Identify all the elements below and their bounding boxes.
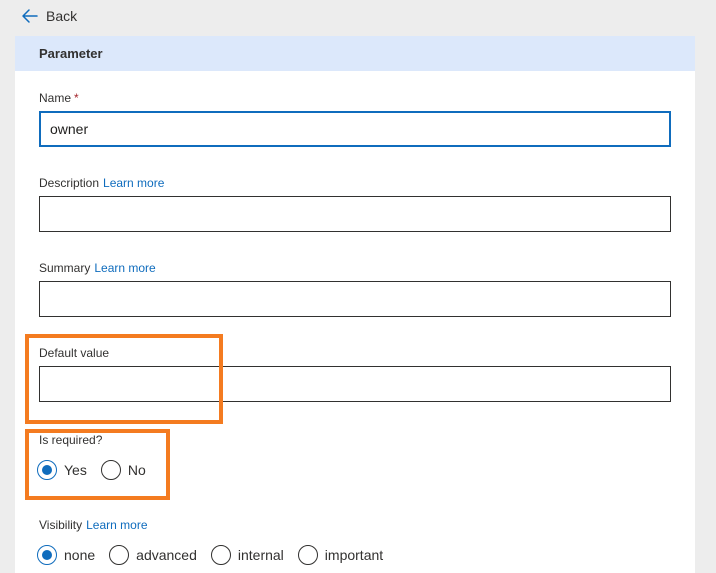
parameter-panel: Parameter Name* DescriptionLearn more Su… [15,36,695,573]
radio-label-important: important [324,547,384,563]
description-label: Description Learn more [39,176,164,190]
name-label-text: Name [39,91,72,105]
name-input[interactable] [39,111,671,147]
default-value-label: Default value [39,346,109,360]
radio-checked-icon [37,545,57,565]
visibility-important-radio[interactable]: important [297,545,384,565]
required-asterisk: * [74,91,79,105]
radio-label-no: No [127,462,146,478]
radio-checked-icon [37,460,57,480]
visibility-radio-group: none advanced internal important [37,545,397,565]
is-required-label: Is required? [39,433,103,447]
panel-title: Parameter [39,46,103,61]
panel-header: Parameter [15,36,695,71]
arrow-left-icon [22,9,38,23]
visibility-label: Visibility Learn more [39,518,148,532]
visibility-internal-radio[interactable]: internal [210,545,284,565]
summary-label: Summary Learn more [39,261,156,275]
visibility-learn-more-link[interactable]: Learn more [86,518,147,532]
radio-unchecked-icon [109,545,130,565]
name-label: Name * [39,91,79,105]
description-input[interactable] [39,196,671,232]
back-label: Back [46,8,78,24]
radio-label-internal: internal [237,547,284,563]
is-required-yes-radio[interactable]: Yes [37,460,87,480]
radio-unchecked-icon [100,460,121,480]
radio-label-advanced: advanced [136,547,197,563]
back-button[interactable]: Back [20,4,77,28]
radio-label-yes: Yes [64,462,87,478]
radio-label-none: none [64,547,96,563]
is-required-no-radio[interactable]: No [100,460,146,480]
visibility-advanced-radio[interactable]: advanced [109,545,197,565]
radio-unchecked-icon [297,545,318,565]
description-label-text: Description [39,176,100,190]
summary-input[interactable] [39,281,671,317]
is-required-radio-group: Yes No [37,460,160,480]
visibility-none-radio[interactable]: none [37,545,95,565]
summary-label-text: Summary [39,261,91,275]
default-value-input[interactable] [39,366,671,402]
visibility-label-text: Visibility [39,518,83,532]
default-value-label-text: Default value [39,346,110,360]
description-learn-more-link[interactable]: Learn more [103,176,164,190]
summary-learn-more-link[interactable]: Learn more [94,261,155,275]
radio-unchecked-icon [210,545,231,565]
